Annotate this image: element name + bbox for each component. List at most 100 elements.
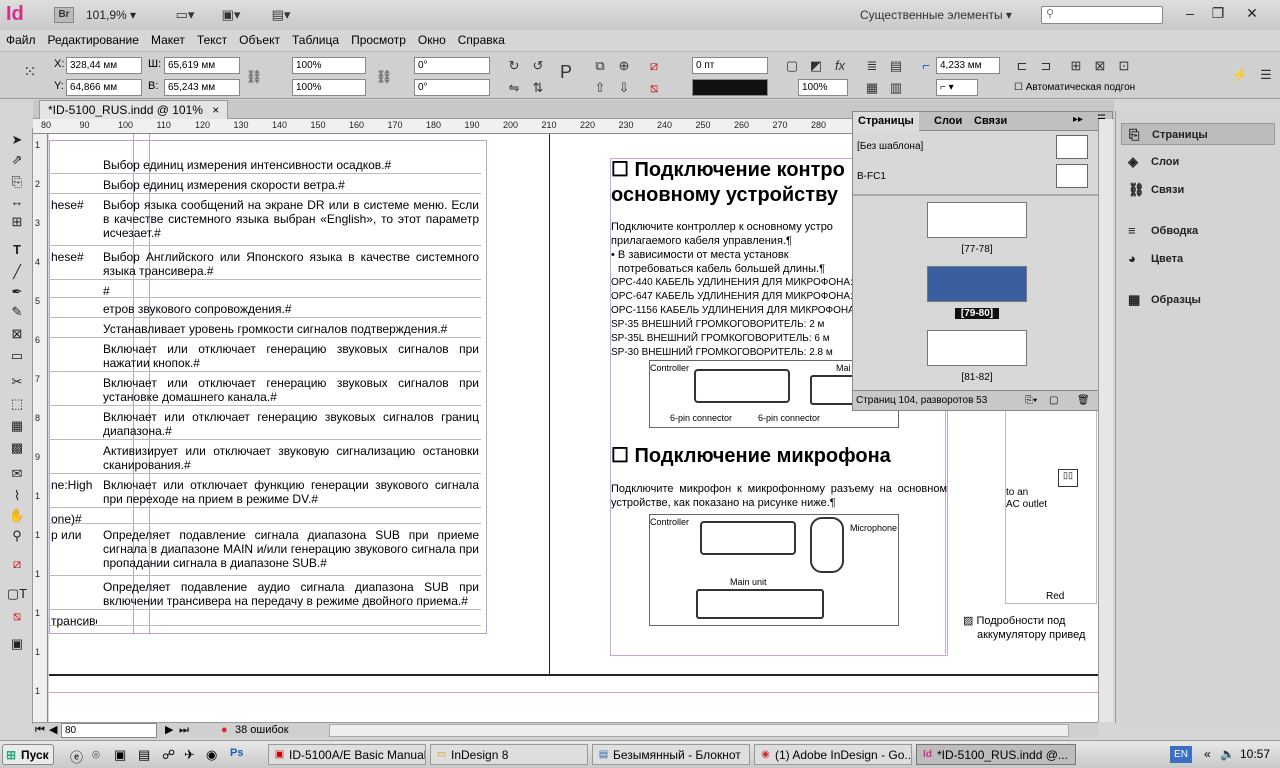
menu-window[interactable]: Окно xyxy=(412,30,452,50)
tab-pages[interactable]: Страницы xyxy=(853,112,919,131)
dock-stroke[interactable]: ≡ Обводка xyxy=(1121,220,1275,242)
fit-proportional-icon[interactable]: ⊡ xyxy=(1114,57,1134,74)
fit-content-icon[interactable]: ⊏ xyxy=(1012,57,1032,74)
minimize-button[interactable]: – xyxy=(1176,2,1204,24)
prev-page-icon[interactable]: ◀ xyxy=(49,723,57,738)
quicklaunch-save-icon[interactable]: ▣ xyxy=(114,747,126,763)
select-previous-icon[interactable]: ⇧ xyxy=(590,79,610,96)
frame-fitting-icon[interactable]: ⌐ xyxy=(916,57,936,74)
quicklaunch-6-icon[interactable]: ✈ xyxy=(184,747,195,763)
text-wrap-jump-icon[interactable]: ▥ xyxy=(886,79,906,96)
menu-object[interactable]: Объект xyxy=(233,30,286,50)
quick-apply-icon[interactable]: ⚡ xyxy=(1230,66,1250,83)
view-options-icon[interactable]: ▭▾ xyxy=(170,6,200,24)
document-tab-close-icon[interactable]: × xyxy=(212,103,219,117)
task-indesign-doc[interactable]: Id *ID-5100_RUS.indd @... xyxy=(916,744,1076,765)
opacity-field[interactable]: 100% xyxy=(798,79,848,96)
master-bfc1[interactable]: B-FC1 xyxy=(857,164,1087,190)
quicklaunch-ie-icon[interactable]: ⓔ xyxy=(70,747,83,766)
line-tool-icon[interactable]: ╱ xyxy=(6,262,28,282)
canvas-vertical-scrollbar[interactable] xyxy=(1098,119,1113,722)
panel-divider[interactable] xyxy=(853,194,1112,196)
link-scale-icon[interactable]: ⛓ xyxy=(374,68,394,85)
content-collector-icon[interactable]: ⊞ xyxy=(6,212,28,232)
tab-layers[interactable]: Слои xyxy=(929,112,967,131)
rotate-cw-icon[interactable]: ↻ xyxy=(504,57,524,74)
page-size-icon[interactable]: ⎘▾ xyxy=(1025,391,1037,410)
selection-tool-icon[interactable]: ➤ xyxy=(6,130,28,150)
maximize-button[interactable]: ❐ xyxy=(1204,2,1232,24)
effects-icon[interactable]: fx xyxy=(830,57,850,74)
quicklaunch-photoshop-icon[interactable]: Ps xyxy=(230,747,243,759)
panel-menu-icon[interactable]: ☰ xyxy=(1256,66,1276,83)
canvas-horizontal-scrollbar[interactable] xyxy=(329,724,1069,737)
rotation-angle-field[interactable]: 0° xyxy=(414,57,490,74)
x-field[interactable]: 328,44 мм xyxy=(66,57,142,74)
arrange-documents-icon[interactable]: ▤▾ xyxy=(266,6,296,24)
dock-color[interactable]: ◕ Цвета xyxy=(1121,248,1275,270)
free-transform-tool-icon[interactable]: ⬚ xyxy=(6,394,28,414)
flip-h-icon[interactable]: ⇋ xyxy=(504,79,524,96)
search-input[interactable]: ⚲ xyxy=(1041,6,1163,24)
page-tool-icon[interactable]: ⎘ xyxy=(6,172,28,192)
rotate-ccw-icon[interactable]: ↺ xyxy=(528,57,548,74)
bridge-button[interactable]: Br xyxy=(54,7,74,23)
menu-type[interactable]: Текст xyxy=(191,30,233,50)
delete-page-icon[interactable]: 🗑 xyxy=(1077,391,1090,410)
type-tool-icon[interactable]: T xyxy=(6,240,28,260)
master-none[interactable]: [Без шаблона] xyxy=(857,134,1087,160)
workspace-switcher[interactable]: Существенные элементы ▾ xyxy=(860,8,1012,22)
zoom-level-dropdown[interactable]: 101,9% ▾ xyxy=(86,8,136,22)
panel-collapse-icon[interactable]: ▸▸ xyxy=(1073,114,1083,125)
first-page-icon[interactable]: ⏮ xyxy=(35,723,45,738)
fill-stroke-icon[interactable]: ⧄ xyxy=(6,554,28,574)
menu-view[interactable]: Просмотр xyxy=(345,30,412,50)
pencil-tool-icon[interactable]: ✎ xyxy=(6,302,28,322)
document-tab[interactable]: *ID-5100_RUS.indd @ 101% × xyxy=(39,100,229,119)
gap-tool-icon[interactable]: ↔ xyxy=(6,192,28,212)
eyedropper-tool-icon[interactable]: ⌇ xyxy=(6,486,28,506)
rectangle-tool-icon[interactable]: ▭ xyxy=(6,346,28,366)
text-wrap-bbox-icon[interactable]: ▤ xyxy=(886,57,906,74)
quicklaunch-chrome-icon[interactable]: ◉ xyxy=(206,747,217,763)
fit-frame-icon[interactable]: ⊐ xyxy=(1036,57,1056,74)
quicklaunch-4-icon[interactable]: ▤ xyxy=(138,747,150,763)
reference-point-icon[interactable]: ⁙ xyxy=(20,64,40,81)
y-field[interactable]: 64,866 мм xyxy=(66,79,142,96)
quicklaunch-2-icon[interactable]: ⌾ xyxy=(92,747,100,763)
apply-none-icon[interactable]: ⧅ xyxy=(6,606,28,626)
task-indesign-folder[interactable]: ▭ InDesign 8 xyxy=(430,744,588,765)
dock-swatches[interactable]: ▦ Образцы xyxy=(1121,289,1275,311)
dock-pages[interactable]: ⎘ Страницы xyxy=(1121,123,1275,145)
shadow-icon[interactable]: ◩ xyxy=(806,57,826,74)
volume-icon[interactable]: 🔈 xyxy=(1220,747,1235,761)
start-button[interactable]: ⊞ Пуск xyxy=(2,744,54,765)
task-pdf[interactable]: ▣ ID-5100A/E Basic Manual... xyxy=(268,744,426,765)
shear-angle-field[interactable]: 0° xyxy=(414,79,490,96)
menu-table[interactable]: Таблица xyxy=(286,30,345,50)
menu-file[interactable]: Файл xyxy=(0,30,42,50)
close-button[interactable]: ✕ xyxy=(1238,2,1266,24)
last-page-icon[interactable]: ⏭ xyxy=(179,723,189,738)
width-field[interactable]: 65,619 мм xyxy=(164,57,240,74)
select-next-icon[interactable]: ⇩ xyxy=(614,79,634,96)
corner-shape-dropdown[interactable]: ⌐ ▾ xyxy=(936,79,978,96)
note-tool-icon[interactable]: ✉ xyxy=(6,464,28,484)
next-page-icon[interactable]: ▶ xyxy=(165,723,173,738)
tab-links[interactable]: Связи xyxy=(969,112,1012,131)
hand-tool-icon[interactable]: ✋ xyxy=(6,506,28,526)
spread-thumb-81-82[interactable] xyxy=(927,330,1027,366)
dock-links[interactable]: ⛓ Связи xyxy=(1121,179,1275,201)
gradient-swatch-tool-icon[interactable]: ▦ xyxy=(6,416,28,436)
screen-mode-tool-icon[interactable]: ▣ xyxy=(6,634,28,654)
fill-frame-icon[interactable]: ⊠ xyxy=(1090,57,1110,74)
spread-thumb-77-78[interactable] xyxy=(927,202,1027,238)
error-count[interactable]: 38 ошибок xyxy=(235,723,289,738)
text-wrap-shape-icon[interactable]: ▦ xyxy=(862,79,882,96)
new-page-icon[interactable]: ▢ xyxy=(1049,391,1058,410)
vertical-ruler[interactable]: 1 2 3 4 5 6 7 8 9 1 1 1 1 1 1 xyxy=(33,134,48,722)
page-number-field[interactable]: 80 xyxy=(61,723,157,738)
pen-tool-icon[interactable]: ✒ xyxy=(6,282,28,302)
dock-layers[interactable]: ◈ Слои xyxy=(1121,151,1275,173)
stroke-type-dropdown[interactable] xyxy=(692,79,768,96)
